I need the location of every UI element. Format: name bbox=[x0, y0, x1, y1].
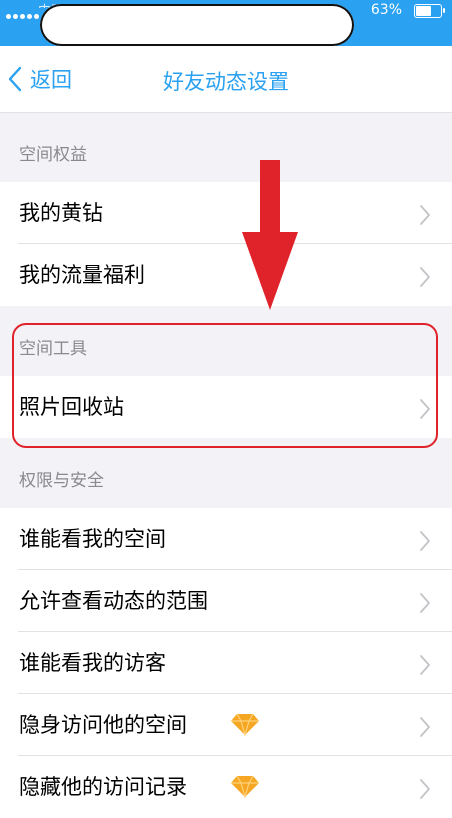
chevron-right-icon bbox=[420, 655, 430, 675]
section-header-privacy-security: 权限与安全 bbox=[0, 439, 452, 503]
chevron-right-icon bbox=[420, 593, 430, 613]
diamond-icon bbox=[231, 775, 259, 798]
list-item-feed-visibility-range[interactable]: 允许查看动态的范围 bbox=[0, 570, 452, 632]
list-item-hide-visit-record[interactable]: 隐藏他的访问记录 bbox=[0, 756, 452, 818]
list-item-data-benefits[interactable]: 我的流量福利 bbox=[0, 244, 452, 306]
list-item-label: 谁能看我的访客 bbox=[19, 651, 166, 675]
chevron-right-icon bbox=[420, 531, 430, 551]
list-item-stealth-visit[interactable]: 隐身访问他的空间 bbox=[0, 694, 452, 756]
list-item-label: 隐藏他的访问记录 bbox=[19, 775, 187, 799]
chevron-right-icon bbox=[420, 779, 430, 799]
diamond-icon bbox=[231, 713, 259, 736]
list-item-yellow-diamond[interactable]: 我的黄钻 bbox=[0, 182, 452, 244]
page-title: 好友动态设置 bbox=[163, 70, 289, 94]
navigation-bar: 返回 好友动态设置 bbox=[0, 46, 452, 113]
battery-percent: 63% bbox=[370, 2, 402, 18]
red-arrow-annotation bbox=[242, 160, 298, 310]
list-item-who-can-view-space[interactable]: 谁能看我的空间 bbox=[0, 508, 452, 570]
signal-strength-icon bbox=[6, 4, 41, 23]
chevron-right-icon bbox=[420, 717, 430, 737]
status-bar: 中国移动 63% bbox=[0, 0, 452, 46]
list-item-label: 允许查看动态的范围 bbox=[19, 589, 208, 613]
battery-icon bbox=[414, 4, 445, 18]
list-item-label: 谁能看我的空间 bbox=[19, 527, 166, 551]
list-item-label: 我的流量福利 bbox=[19, 263, 145, 287]
chevron-right-icon bbox=[420, 267, 430, 287]
list-item-label: 隐身访问他的空间 bbox=[19, 713, 187, 737]
chevron-right-icon bbox=[420, 205, 430, 225]
highlight-box-annotation bbox=[12, 323, 438, 448]
list-item-label: 我的黄钻 bbox=[19, 201, 103, 225]
list-item-who-can-view-visitors[interactable]: 谁能看我的访客 bbox=[0, 632, 452, 694]
redaction-mark bbox=[40, 4, 354, 46]
section-header-space-benefits: 空间权益 bbox=[0, 113, 452, 177]
